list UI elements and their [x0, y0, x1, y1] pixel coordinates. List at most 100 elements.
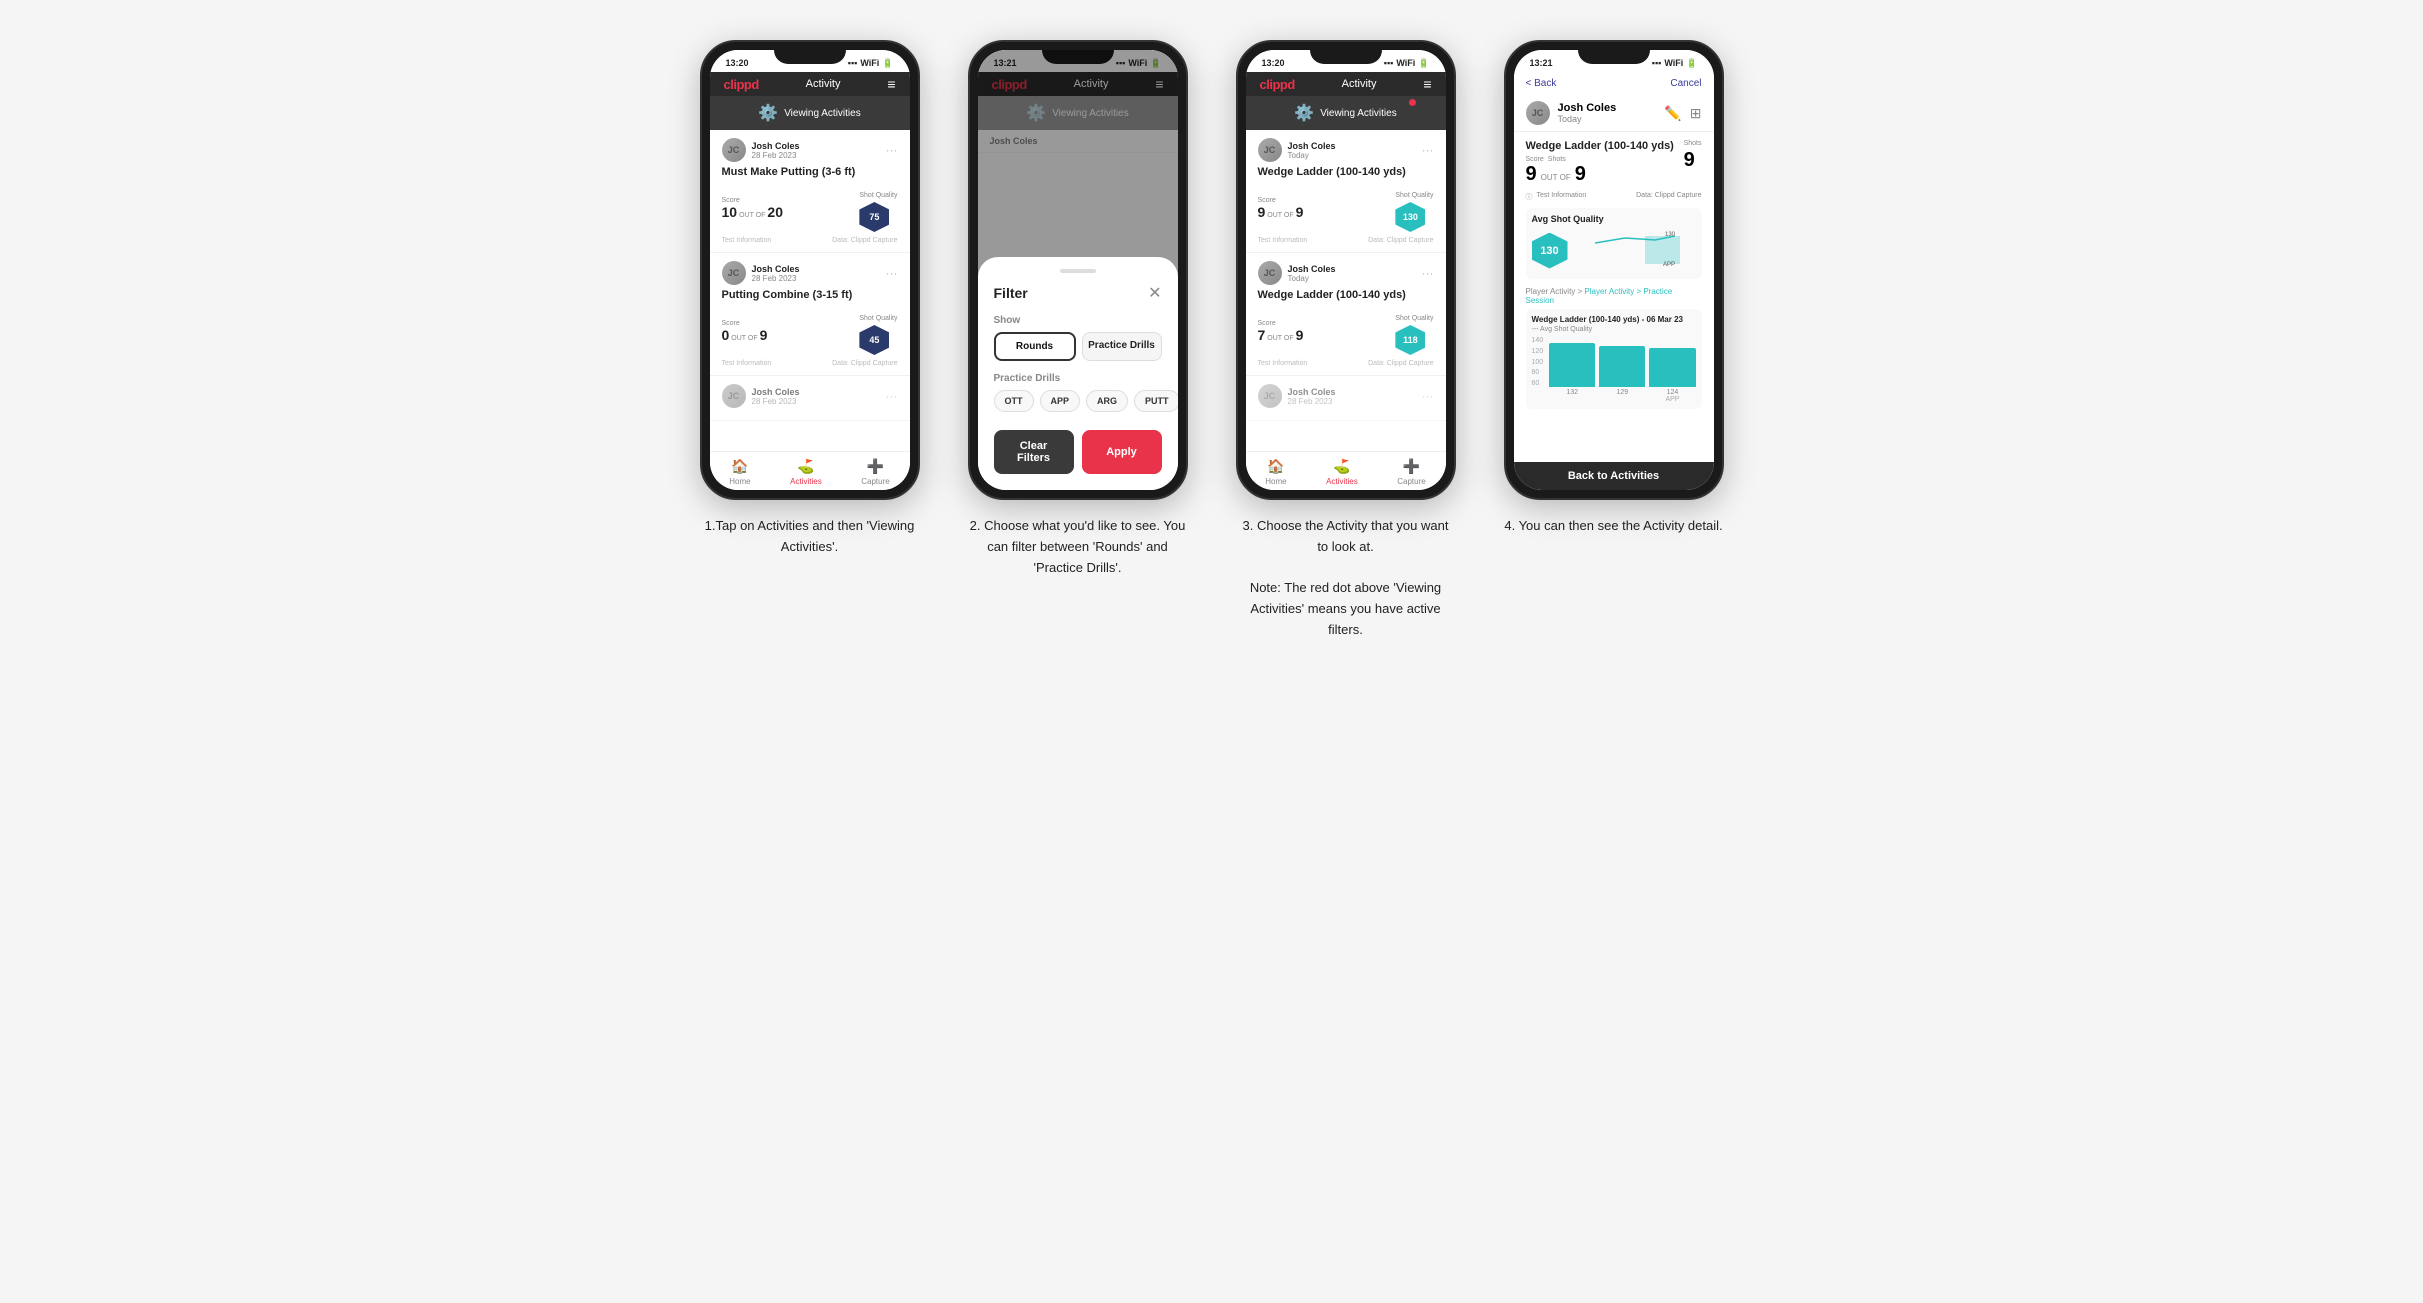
hex-1-2: 45 [859, 325, 889, 355]
avatar-1-3: JC [722, 384, 746, 408]
card-3-1[interactable]: JC Josh Coles Today ··· Wedge Ladder (10… [1246, 130, 1446, 253]
phone-4-frame: 13:21 ▪▪▪ WiFi 🔋 < Back Cancel JC [1504, 40, 1724, 500]
clear-filters-btn[interactable]: Clear Filters [994, 430, 1074, 474]
card-title-1-1: Must Make Putting (3-6 ft) [722, 166, 898, 178]
avatar-4: JC [1526, 101, 1550, 125]
bottom-nav-3: 🏠 Home ⛳ Activities ➕ Capture [1246, 451, 1446, 490]
card-3-3[interactable]: JC Josh Coles 28 Feb 2023 ··· [1246, 376, 1446, 421]
card-1-2[interactable]: JC Josh Coles 28 Feb 2023 ··· Putting Co… [710, 253, 910, 376]
filter-actions: Clear Filters Apply [994, 430, 1162, 474]
user-date-1-1: 28 Feb 2023 [752, 151, 800, 160]
chip-arg[interactable]: ARG [1086, 390, 1128, 412]
card-3-2[interactable]: JC Josh Coles Today ··· Wedge Ladder (10… [1246, 253, 1446, 376]
back-to-activities-btn[interactable]: Back to Activities [1514, 462, 1714, 490]
detail-header: < Back Cancel [1514, 72, 1714, 95]
desc-4: 4. You can then see the Activity detail. [1504, 516, 1722, 537]
settings-icon-1: ⚙️ [758, 103, 778, 123]
three-dots-1-1[interactable]: ··· [886, 143, 898, 157]
hex-3-1: 130 [1395, 202, 1425, 232]
phone-2-screen: 13:21 ▪▪▪ WiFi 🔋 clippd Activity ≡ ⚙️ [978, 50, 1178, 490]
apply-btn[interactable]: Apply [1082, 430, 1162, 474]
avatar-1-1: JC [722, 138, 746, 162]
filter-show-label: Show [994, 315, 1162, 326]
menu-icon-3[interactable]: ≡ [1423, 76, 1431, 92]
filter-practice-drills-label: Practice Drills [994, 373, 1162, 384]
viewing-activities-label-1: Viewing Activities [784, 108, 861, 119]
nav-bar-1: clippd Activity ≡ [710, 72, 910, 96]
logo-3: clippd [1260, 77, 1295, 92]
filter-rounds-btn[interactable]: Rounds [994, 332, 1076, 361]
viewing-activities-bar-1[interactable]: ⚙️ Viewing Activities [710, 96, 910, 130]
card-1-3[interactable]: JC Josh Coles 28 Feb 2023 ··· [710, 376, 910, 421]
cards-container-3: JC Josh Coles Today ··· Wedge Ladder (10… [1246, 130, 1446, 451]
phones-row: 13:20 ▪▪▪ WiFi 🔋 clippd Activity ≡ ⚙️ [690, 40, 1734, 641]
hex-1-1: 75 [859, 202, 889, 232]
status-time-1: 13:20 [726, 58, 749, 68]
card-user-1-1: JC Josh Coles 28 Feb 2023 [722, 138, 800, 162]
edit-icon[interactable]: ✏️ [1664, 105, 1681, 122]
y-labels: 140 120 100 80 60 [1532, 337, 1544, 387]
three-dots-1-3[interactable]: ··· [886, 389, 898, 403]
three-dots-1-2[interactable]: ··· [886, 266, 898, 280]
phone-1-screen: 13:20 ▪▪▪ WiFi 🔋 clippd Activity ≡ ⚙️ [710, 50, 910, 490]
filter-close[interactable]: ✕ [1148, 283, 1161, 303]
practice-session-label: Player Activity > Player Activity > Prac… [1526, 287, 1702, 305]
chip-ott[interactable]: OTT [994, 390, 1034, 412]
desc-2: 2. Choose what you'd like to see. You ca… [968, 516, 1188, 578]
filter-practice-drills-btn[interactable]: Practice Drills [1082, 332, 1162, 361]
filter-handle [1060, 269, 1096, 273]
cards-container-1: JC Josh Coles 28 Feb 2023 ··· Must Make … [710, 130, 910, 451]
user-name-1-2: Josh Coles [752, 264, 800, 274]
nav-title-1: Activity [806, 78, 841, 90]
bottom-nav-capture-1[interactable]: ➕ Capture [861, 458, 889, 486]
battery-icon-1: 🔋 [882, 58, 893, 69]
bottom-nav-home-1[interactable]: 🏠 Home [729, 458, 750, 486]
nav-bar-3: clippd Activity ≡ [1246, 72, 1446, 96]
bar-chart-container: Wedge Ladder (100-140 yds) - 06 Mar 23 -… [1526, 309, 1702, 409]
phone-3-screen: 13:20 ▪▪▪ WiFi 🔋 clippd Activity ≡ ⚙️ Vi… [1246, 50, 1446, 490]
filter-sheet: Filter ✕ Show Rounds Practice Drills Pra… [978, 257, 1178, 490]
signal-icon-1: ▪▪▪ [848, 58, 858, 68]
phone-3-frame: 13:20 ▪▪▪ WiFi 🔋 clippd Activity ≡ ⚙️ Vi… [1236, 40, 1456, 500]
back-btn[interactable]: < Back [1526, 78, 1557, 89]
filter-toggle-row: Rounds Practice Drills [994, 332, 1162, 361]
bottom-nav-home-3[interactable]: 🏠 Home [1265, 458, 1286, 486]
detail-user-name: Josh Coles [1558, 102, 1617, 114]
menu-icon-1[interactable]: ≡ [887, 76, 895, 92]
red-dot-3 [1409, 99, 1416, 106]
filter-title: Filter [994, 285, 1028, 301]
phone-4-screen: 13:21 ▪▪▪ WiFi 🔋 < Back Cancel JC [1514, 50, 1714, 490]
phone-2-frame: 13:21 ▪▪▪ WiFi 🔋 clippd Activity ≡ ⚙️ [968, 40, 1188, 500]
svg-text:130: 130 [1664, 232, 1675, 238]
bottom-nav-capture-3[interactable]: ➕ Capture [1397, 458, 1425, 486]
notch-1 [774, 42, 846, 64]
expand-icon[interactable]: ⊞ [1690, 105, 1702, 122]
bar-1 [1549, 343, 1595, 387]
card-user-1-3: JC Josh Coles 28 Feb 2023 [722, 384, 800, 408]
phone-3-col: 13:20 ▪▪▪ WiFi 🔋 clippd Activity ≡ ⚙️ Vi… [1226, 40, 1466, 641]
card-user-1-2: JC Josh Coles 28 Feb 2023 [722, 261, 800, 285]
hex-3-2: 118 [1395, 325, 1425, 355]
status-icons-1: ▪▪▪ WiFi 🔋 [848, 58, 894, 69]
chip-app[interactable]: APP [1040, 390, 1081, 412]
avatar-1-2: JC [722, 261, 746, 285]
user-name-1-1: Josh Coles [752, 141, 800, 151]
detail-content: Wedge Ladder (100-140 yds) Score Shots 9… [1514, 132, 1714, 462]
bar-2 [1599, 346, 1645, 387]
bottom-nav-1: 🏠 Home ⛳ Activities ➕ Capture [710, 451, 910, 490]
user-date-1-2: 28 Feb 2023 [752, 274, 800, 283]
detail-user-row: JC Josh Coles Today ✏️ ⊞ [1514, 95, 1714, 132]
avg-shot-quality-chart: Avg Shot Quality 130 130 APP [1526, 208, 1702, 279]
chip-putt[interactable]: PUTT [1134, 390, 1177, 412]
filter-chips: OTT APP ARG PUTT [994, 390, 1162, 412]
card-1-1[interactable]: JC Josh Coles 28 Feb 2023 ··· Must Make … [710, 130, 910, 253]
desc-1: 1.Tap on Activities and then 'Viewing Ac… [700, 516, 920, 558]
bottom-nav-activities-1[interactable]: ⛳ Activities [790, 458, 822, 486]
bottom-nav-activities-3[interactable]: ⛳ Activities [1326, 458, 1358, 486]
cancel-btn[interactable]: Cancel [1670, 78, 1701, 89]
notch-3 [1310, 42, 1382, 64]
viewing-activities-bar-3[interactable]: ⚙️ Viewing Activities [1246, 96, 1446, 130]
phone-4-col: 13:21 ▪▪▪ WiFi 🔋 < Back Cancel JC [1494, 40, 1734, 537]
spark-chart: 130 APP [1574, 228, 1696, 268]
phone-2-col: 13:21 ▪▪▪ WiFi 🔋 clippd Activity ≡ ⚙️ [958, 40, 1198, 578]
